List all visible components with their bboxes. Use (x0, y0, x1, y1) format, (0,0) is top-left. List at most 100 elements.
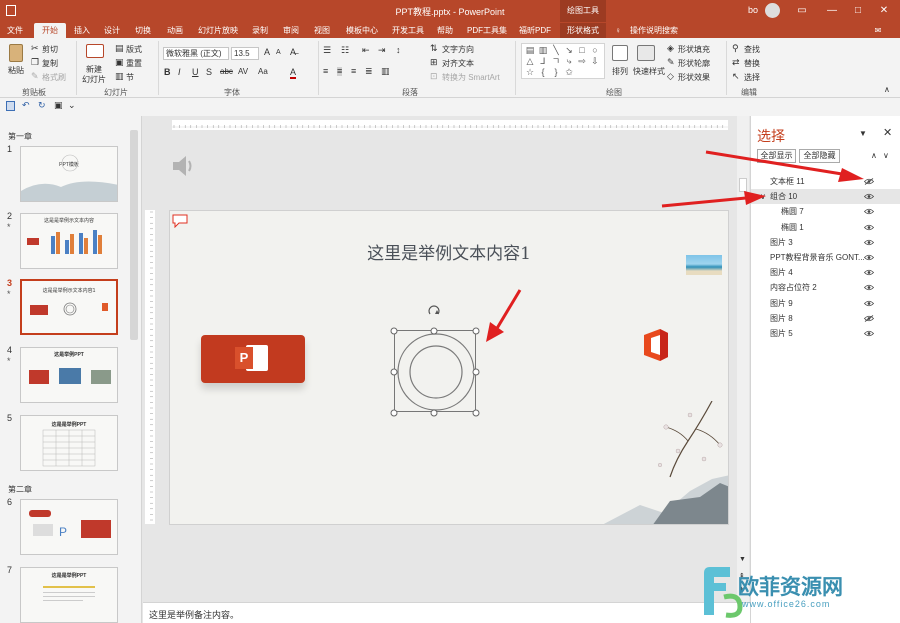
elbow-shape-icon[interactable]: ⅃ (537, 56, 549, 66)
send-backward-icon[interactable]: ∨ (883, 152, 889, 160)
underline-button[interactable]: U (192, 68, 199, 77)
right-arrow-shape-icon[interactable]: ⇨ (576, 56, 588, 66)
selection-pane-item-label[interactable]: 图片 4 (770, 265, 793, 280)
selection-pane-item[interactable]: PPT教程背景音乐 GONT... (751, 250, 900, 265)
slide-thumbnail-6[interactable]: P (20, 499, 118, 555)
tab-shape-format[interactable]: 形状格式 (560, 23, 606, 38)
tab-record[interactable]: 录制 (248, 23, 272, 38)
slide-thumbnail-1[interactable]: PPT模板 (20, 146, 118, 202)
avatar[interactable] (765, 3, 780, 18)
user-name[interactable]: bo (748, 5, 758, 15)
shrink-font-icon[interactable]: A (276, 49, 281, 56)
tab-developer[interactable]: 开发工具 (389, 23, 427, 38)
tab-template-center[interactable]: 模板中心 (342, 23, 382, 38)
selection-pane-item[interactable]: 图片 3 (751, 235, 900, 250)
selection-pane-item-label[interactable]: 椭圆 7 (781, 204, 804, 219)
selection-pane-item-label[interactable]: 图片 8 (770, 311, 793, 326)
line-spacing-icon[interactable]: ↕ (396, 46, 401, 55)
brace-shape-icon[interactable]: { (537, 67, 549, 77)
current-slide[interactable]: 这里是举例文本内容1 P (169, 210, 729, 525)
selection-pane-item[interactable]: ∨组合 10 (751, 189, 900, 205)
section-header-2[interactable]: 第二章 (8, 484, 32, 495)
eye-icon[interactable] (864, 330, 874, 337)
change-case-button[interactable]: Aa (258, 68, 268, 76)
arrow-shape-icon[interactable]: ↘ (563, 45, 575, 55)
star-solid-shape-icon[interactable]: ✩ (563, 67, 575, 77)
slide-thumbnail-2[interactable]: 这是是举例示文本内容 (20, 213, 118, 269)
shape-effects-button[interactable]: 形状效果 (678, 72, 710, 83)
speaker-icon[interactable] (170, 152, 198, 180)
brace-right-shape-icon[interactable]: } (550, 67, 562, 77)
eye-icon[interactable] (864, 239, 874, 246)
slide-thumbnail-7[interactable]: 这是是举例PPT (20, 567, 118, 623)
shape-fill-button[interactable]: 形状填充 (678, 44, 710, 55)
find-button[interactable]: 查找 (744, 44, 760, 55)
selection-pane-item-label[interactable]: PPT教程背景音乐 GONT... (770, 250, 865, 265)
share-icon[interactable]: ✉ (870, 23, 886, 38)
selection-pane-item-label[interactable]: 图片 5 (770, 326, 793, 341)
quick-styles-icon[interactable] (637, 45, 655, 61)
reset-button[interactable]: 重置 (126, 58, 142, 69)
selection-pane-item[interactable]: 椭圆 7 (751, 204, 900, 219)
copy-button[interactable]: 复制 (42, 58, 58, 69)
align-right-icon[interactable]: ≡ (351, 67, 356, 76)
selection-pane-item[interactable]: 图片 9 (751, 296, 900, 311)
selection-pane-item[interactable]: 椭圆 1 (751, 220, 900, 235)
section-button[interactable]: 节 (126, 72, 134, 83)
selection-pane-item-label[interactable]: 内容占位符 2 (770, 280, 817, 295)
comment-icon[interactable] (172, 214, 188, 228)
selection-pane-item[interactable]: 图片 5 (751, 326, 900, 341)
rectangle-shape-icon[interactable]: □ (576, 45, 588, 55)
cut-button[interactable]: 剪切 (42, 44, 58, 55)
clear-format-icon[interactable]: A̶ (290, 48, 296, 57)
tab-help[interactable]: 帮助 (433, 23, 457, 38)
shape-outline-button[interactable]: 形状轮廓 (678, 58, 710, 69)
office-logo-icon[interactable] (640, 327, 672, 363)
align-center-icon[interactable]: ≡ (337, 67, 343, 76)
undo-icon[interactable]: ↶ (22, 101, 30, 110)
new-slide-icon[interactable] (86, 44, 104, 58)
font-size-combo[interactable]: 13.5 (231, 47, 259, 60)
eye-icon[interactable] (864, 208, 874, 215)
replace-button[interactable]: 替换 (744, 58, 760, 69)
close-button[interactable]: ✕ (872, 2, 896, 20)
scroll-down-arrow-icon[interactable]: ▼ (739, 556, 746, 563)
arrange-icon[interactable] (612, 45, 628, 61)
justify-icon[interactable]: ≣ (365, 67, 373, 76)
char-spacing-button[interactable]: AV (238, 68, 248, 76)
select-button[interactable]: 选择 (744, 72, 760, 83)
ribbon-display-icon[interactable]: ▭ (790, 2, 814, 20)
eye-icon[interactable] (864, 269, 874, 276)
sea-image[interactable] (686, 255, 722, 275)
minimize-button[interactable]: — (820, 2, 844, 20)
quick-styles-button[interactable]: 快速样式 (633, 66, 665, 77)
font-name-combo[interactable]: 微软雅黑 (正文) (163, 47, 229, 60)
columns-icon[interactable]: ▥ (381, 67, 390, 76)
down-arrow-shape-icon[interactable]: ⇩ (589, 56, 601, 66)
bold-button[interactable]: B (164, 68, 171, 77)
shapes-gallery[interactable]: ▤ ▥ ╲ ↘ □ ○ △ ⅃ ㄱ ⤷ ⇨ ⇩ ☆ { } ✩ (521, 43, 605, 79)
selection-pane-item[interactable]: 内容占位符 2 (751, 280, 900, 295)
selection-handles[interactable] (388, 301, 484, 419)
grow-font-icon[interactable]: A (264, 48, 270, 57)
arrange-button[interactable]: 排列 (612, 66, 628, 77)
tab-animations[interactable]: 动画 (163, 23, 187, 38)
redo-icon[interactable]: ↻ (38, 101, 46, 110)
tab-insert[interactable]: 插入 (70, 23, 94, 38)
eye-icon[interactable] (864, 224, 874, 231)
bullets-icon[interactable]: ☰ (323, 46, 331, 55)
save-icon[interactable] (6, 101, 15, 111)
tab-review[interactable]: 审阅 (279, 23, 303, 38)
start-from-beginning-icon[interactable]: ▣ (54, 101, 63, 110)
thumbnail-scrollbar[interactable] (130, 130, 138, 340)
paste-button[interactable]: 粘贴 (8, 65, 24, 76)
maximize-button[interactable]: □ (846, 2, 870, 20)
collapse-ribbon-icon[interactable]: ∧ (884, 86, 890, 94)
strikethrough-button[interactable]: S (206, 68, 212, 77)
align-text-button[interactable]: 对齐文本 (442, 58, 474, 69)
tab-file[interactable]: 文件 (2, 23, 28, 38)
eye-icon[interactable] (864, 193, 874, 200)
connector-shape-icon[interactable]: ㄱ (550, 56, 562, 66)
slide-thumbnail-4[interactable]: 这是举例PPT (20, 347, 118, 403)
font-color-button[interactable]: A (290, 68, 297, 79)
